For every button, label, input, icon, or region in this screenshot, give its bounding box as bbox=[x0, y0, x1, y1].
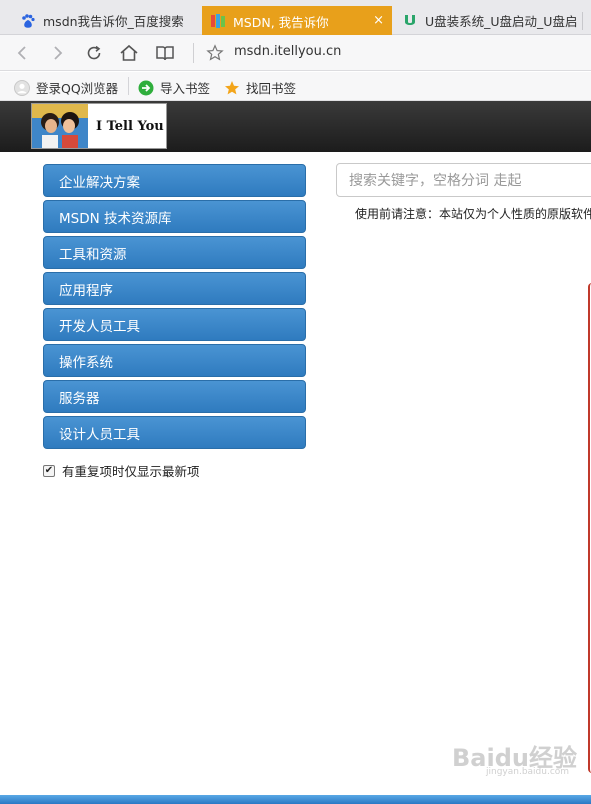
latest-only-option[interactable]: ✔ 有重复项时仅显示最新项 bbox=[43, 461, 200, 480]
menu-item-developer-tools[interactable]: 开发人员工具 bbox=[43, 308, 306, 341]
logo-photo bbox=[32, 104, 88, 148]
tab-baidu-search[interactable]: msdn我告诉你_百度搜索 bbox=[12, 6, 200, 35]
reload-icon bbox=[87, 45, 101, 60]
bookmark-star-icon[interactable] bbox=[206, 44, 224, 62]
menu-item-msdn-library[interactable]: MSDN 技术资源库 bbox=[43, 200, 306, 233]
msdn-site-icon bbox=[210, 13, 226, 29]
home-icon bbox=[120, 44, 138, 61]
watermark-domain: jingyan.baidu.com bbox=[486, 767, 570, 777]
site-logo[interactable]: I Tell You bbox=[31, 103, 167, 149]
forward-arrow-icon bbox=[54, 46, 63, 60]
reload-button[interactable] bbox=[83, 42, 105, 64]
u-disk-icon bbox=[402, 13, 418, 29]
bookmarks-bar: 登录QQ浏览器 导入书签 找回书签 bbox=[0, 72, 591, 101]
baidu-jingyan-watermark: Baidu经验 jingyan.baidu.com bbox=[452, 738, 577, 777]
close-tab-icon[interactable]: × bbox=[373, 13, 384, 28]
reading-mode-button[interactable] bbox=[154, 42, 176, 64]
back-button[interactable] bbox=[11, 42, 33, 64]
bookmark-label: 找回书签 bbox=[246, 81, 297, 96]
bookmark-label: 登录QQ浏览器 bbox=[36, 81, 119, 96]
tab-divider bbox=[582, 12, 583, 30]
bookmark-login[interactable]: 登录QQ浏览器 bbox=[14, 78, 118, 97]
address-bar-divider bbox=[193, 43, 194, 63]
menu-item-applications[interactable]: 应用程序 bbox=[43, 272, 306, 305]
tab-title: MSDN, 我告诉你 bbox=[233, 14, 329, 30]
latest-only-checkbox[interactable]: ✔ bbox=[43, 464, 55, 477]
bookmark-label: 导入书签 bbox=[160, 81, 211, 96]
tab-title: U盘装系统_U盘启动_U盘启 bbox=[425, 14, 578, 29]
user-avatar-icon bbox=[14, 79, 30, 96]
home-button[interactable] bbox=[118, 42, 140, 64]
star-icon bbox=[224, 80, 240, 96]
book-icon bbox=[156, 46, 174, 61]
latest-only-label: 有重复项时仅显示最新项 bbox=[62, 464, 200, 479]
forward-button[interactable] bbox=[47, 42, 69, 64]
logo-text: I Tell You bbox=[96, 118, 164, 134]
tab-title: msdn我告诉你_百度搜索 bbox=[43, 14, 184, 29]
baidu-paw-icon bbox=[20, 13, 36, 29]
back-arrow-icon bbox=[17, 46, 26, 60]
import-arrow-icon bbox=[138, 80, 154, 96]
menu-item-enterprise-solutions[interactable]: 企业解决方案 bbox=[43, 164, 306, 197]
bookmark-recover[interactable]: 找回书签 bbox=[224, 78, 296, 97]
search-input[interactable]: 搜索关键字，空格分词 走起 bbox=[336, 163, 591, 197]
menu-item-tools-resources[interactable]: 工具和资源 bbox=[43, 236, 306, 269]
search-placeholder: 搜索关键字，空格分词 走起 bbox=[349, 173, 522, 189]
tab-msdn[interactable]: MSDN, 我告诉你 × bbox=[202, 6, 392, 36]
usage-notice: 使用前请注意：本站仅为个人性质的原版软件 bbox=[355, 207, 591, 221]
tab-u-disk[interactable]: U盘装系统_U盘启动_U盘启 bbox=[394, 6, 591, 35]
bookmark-import[interactable]: 导入书签 bbox=[138, 78, 210, 97]
tab-strip: msdn我告诉你_百度搜索 MSDN, 我告诉你 × U盘装系统_U盘启动_U盘… bbox=[0, 0, 591, 36]
menu-item-operating-systems[interactable]: 操作系统 bbox=[43, 344, 306, 377]
category-menu: 企业解决方案 MSDN 技术资源库 工具和资源 应用程序 开发人员工具 操作系统… bbox=[43, 164, 306, 452]
os-taskbar bbox=[0, 795, 591, 804]
menu-item-designer-tools[interactable]: 设计人员工具 bbox=[43, 416, 306, 449]
bookmark-divider bbox=[128, 77, 129, 95]
menu-item-servers[interactable]: 服务器 bbox=[43, 380, 306, 413]
address-bar-input[interactable]: msdn.itellyou.cn bbox=[234, 44, 341, 59]
